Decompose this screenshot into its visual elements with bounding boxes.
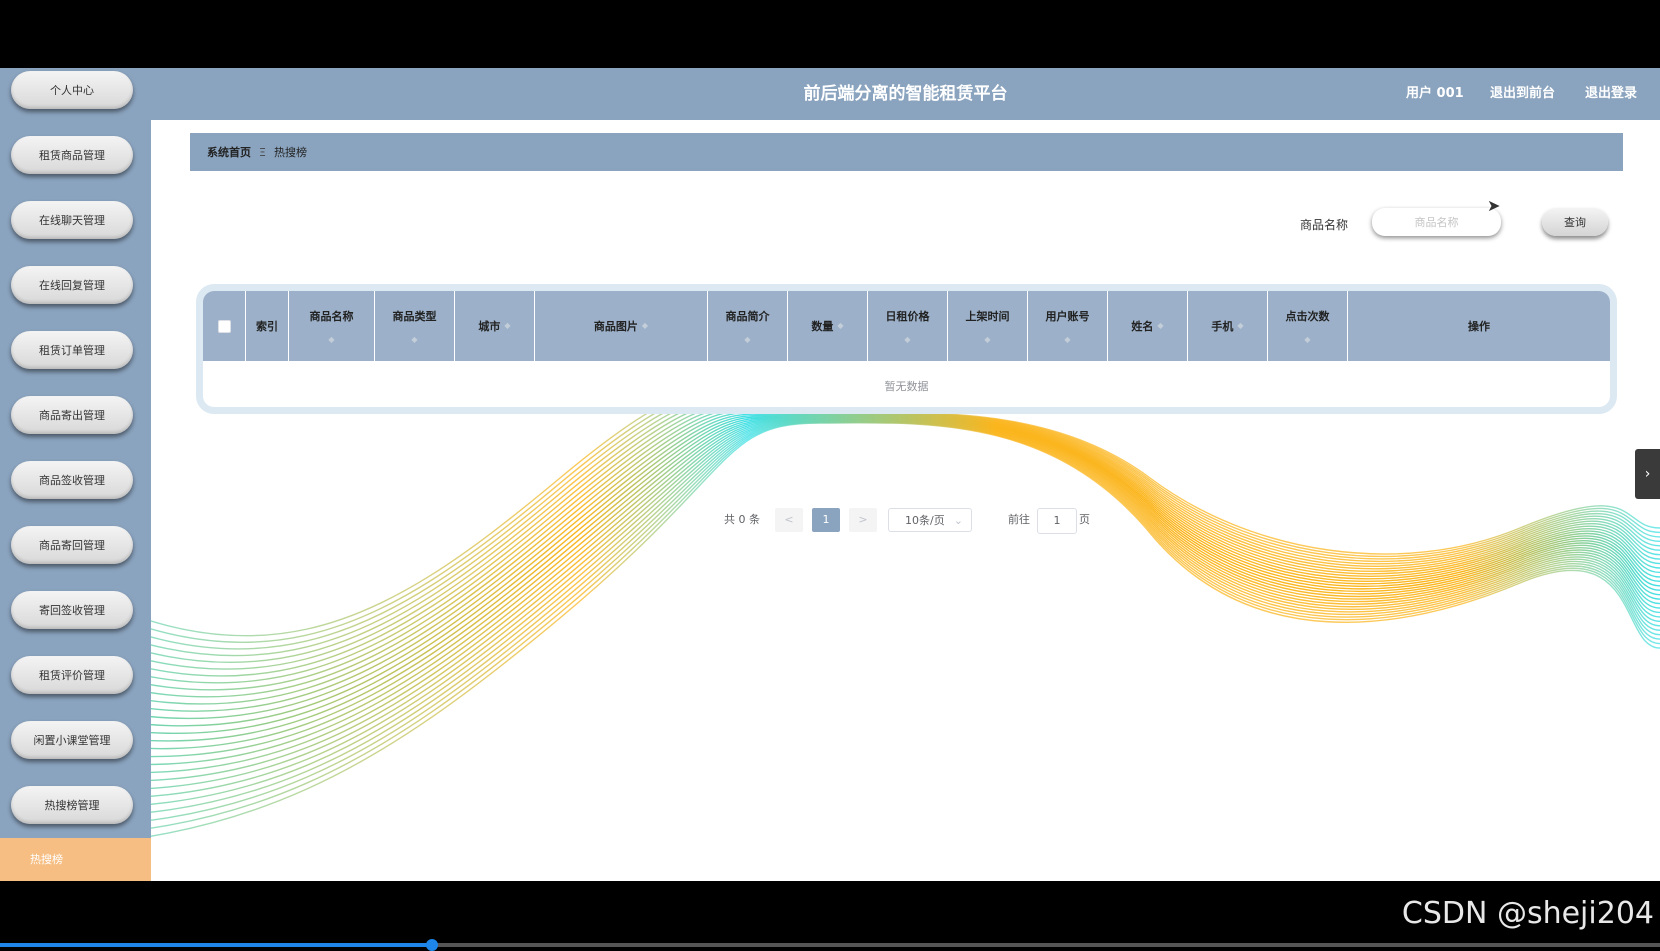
column-product-type-label: 商品类型: [392, 310, 437, 323]
sidebar-item-online-chat[interactable]: 在线聊天管理: [11, 201, 133, 239]
watermark: CSDN @sheji204: [1401, 896, 1654, 931]
column-product-intro-label: 商品简介: [725, 310, 770, 323]
select-all-checkbox[interactable]: [217, 319, 231, 333]
sort-icon[interactable]: ◆: [411, 336, 417, 344]
column-listing-time-label: 上架时间: [965, 310, 1010, 323]
wave-line: [0, 416, 1660, 735]
video-progress-handle[interactable]: [425, 939, 438, 951]
select-all-column: [203, 291, 246, 361]
sort-icon[interactable]: ◆: [1304, 336, 1310, 344]
sidebar: 个人中心 租赁商品管理 在线聊天管理 在线回复管理 租赁订单管理 商品寄出管理 …: [0, 68, 151, 881]
sidebar-item-product-shipping[interactable]: 商品寄出管理: [11, 396, 133, 434]
column-daily-price[interactable]: 日租价格 ◆: [868, 291, 948, 361]
next-page-button[interactable]: >: [849, 508, 877, 532]
sort-icon[interactable]: ◆: [328, 336, 334, 344]
prev-page-button[interactable]: <: [775, 508, 803, 532]
column-quantity-label: 数量: [811, 320, 834, 333]
page-number-current[interactable]: 1: [812, 508, 840, 532]
sidebar-item-personal-center[interactable]: 个人中心: [11, 71, 133, 109]
sidebar-item-return-receipt[interactable]: 寄回签收管理: [11, 591, 133, 629]
column-user-account[interactable]: 用户账号 ◆: [1028, 291, 1108, 361]
top-header: 前后端分离的智能租赁平台 用户 001 退出到前台 退出登录: [151, 68, 1660, 120]
wave-line: [0, 418, 1660, 766]
sidebar-item-hot-search[interactable]: 热搜榜管理: [11, 786, 133, 824]
sidebar-item-rental-reviews[interactable]: 租赁评价管理: [11, 656, 133, 694]
column-product-name-label: 商品名称: [309, 310, 354, 323]
sort-icon[interactable]: ◆: [1237, 322, 1243, 330]
mouse-cursor-icon: ➤: [1487, 196, 1501, 215]
pagination-total: 共 0 条: [724, 513, 760, 526]
column-click-count[interactable]: 点击次数 ◆: [1268, 291, 1348, 361]
back-to-front-link[interactable]: 退出到前台: [1490, 68, 1555, 120]
column-user-account-label: 用户账号: [1045, 310, 1090, 323]
column-product-image[interactable]: 商品图片 ◆: [535, 291, 708, 361]
decorative-wave-background: [0, 388, 1660, 849]
column-actions: 操作: [1468, 320, 1490, 333]
wave-line: [0, 410, 1660, 698]
table-header: 索引 商品名称 ◆ 商品类型 ◆ 城市 ◆ 商品图片 ◆ 商品简介 ◆ 数量 ◆ 日租价格 ◆…: [203, 291, 1610, 361]
wave-line: [0, 401, 1660, 670]
sort-icon[interactable]: ◆: [642, 322, 648, 330]
sidebar-item-idle-class[interactable]: 闲置小课堂管理: [11, 721, 133, 759]
column-phone[interactable]: 手机 ◆: [1188, 291, 1268, 361]
page-size-select[interactable]: 10条/页 ⌄: [888, 508, 972, 532]
empty-table-message: 暂无数据: [884, 380, 929, 393]
sidebar-item-product-return[interactable]: 商品寄回管理: [11, 526, 133, 564]
column-name[interactable]: 姓名 ◆: [1108, 291, 1188, 361]
chevron-right-icon[interactable]: ›: [1635, 449, 1660, 499]
app-window: 前后端分离的智能租赁平台 用户 001 退出到前台 退出登录 个人中心 租赁商品…: [0, 68, 1660, 881]
column-product-type[interactable]: 商品类型 ◆: [375, 291, 455, 361]
query-button[interactable]: 查询: [1542, 208, 1608, 236]
sidebar-item-rental-orders[interactable]: 租赁订单管理: [11, 331, 133, 369]
breadcrumb: 系统首页 Ξ 热搜榜: [190, 133, 1623, 171]
sort-icon[interactable]: ◆: [504, 322, 510, 330]
goto-label: 前往: [1008, 513, 1030, 526]
column-city-label: 城市: [478, 320, 501, 333]
breadcrumb-current: 热搜榜: [273, 146, 307, 159]
column-click-count-label: 点击次数: [1285, 310, 1330, 323]
column-product-name[interactable]: 商品名称 ◆: [289, 291, 375, 361]
video-progress-bar[interactable]: [0, 939, 1660, 951]
sort-icon[interactable]: ◆: [904, 336, 910, 344]
wave-line: [0, 421, 1660, 838]
sidebar-item-product-receipt[interactable]: 商品签收管理: [11, 461, 133, 499]
sort-icon[interactable]: ◆: [744, 336, 750, 344]
sidebar-item-online-reply[interactable]: 在线回复管理: [11, 266, 133, 304]
sort-icon[interactable]: ◆: [837, 322, 843, 330]
breadcrumb-separator: Ξ: [259, 145, 266, 159]
column-daily-price-label: 日租价格: [885, 310, 930, 323]
data-table: 索引 商品名称 ◆ 商品类型 ◆ 城市 ◆ 商品图片 ◆ 商品简介 ◆ 数量 ◆ 日租价格 ◆…: [196, 284, 1617, 414]
chevron-down-icon: ⌄: [953, 514, 963, 527]
column-product-intro[interactable]: 商品简介 ◆: [708, 291, 788, 361]
sort-icon[interactable]: ◆: [1064, 336, 1070, 344]
video-progress-fill: [0, 943, 432, 947]
column-name-label: 姓名: [1131, 320, 1154, 333]
column-quantity[interactable]: 数量 ◆: [788, 291, 868, 361]
sort-icon[interactable]: ◆: [1157, 322, 1163, 330]
logout-link[interactable]: 退出登录: [1585, 68, 1637, 120]
wave-line: [0, 417, 1660, 742]
goto-page-input[interactable]: 1: [1037, 508, 1077, 534]
column-product-image-label: 商品图片: [593, 320, 638, 333]
column-phone-label: 手机: [1211, 320, 1234, 333]
sidebar-item-rental-products[interactable]: 租赁商品管理: [11, 136, 133, 174]
breadcrumb-home[interactable]: 系统首页: [207, 144, 251, 160]
sidebar-active-item-hot-search[interactable]: 热搜榜: [0, 838, 151, 881]
column-index: 索引: [246, 291, 289, 361]
wave-line: [0, 408, 1660, 691]
goto-page-unit: 页: [1079, 513, 1090, 526]
search-label: 商品名称: [1300, 218, 1349, 232]
column-city[interactable]: 城市 ◆: [455, 291, 535, 361]
product-name-search-input[interactable]: [1372, 208, 1501, 236]
column-listing-time[interactable]: 上架时间 ◆: [948, 291, 1028, 361]
page-size-value: 10条/页: [905, 514, 945, 527]
sort-icon[interactable]: ◆: [984, 336, 990, 344]
user-name-link[interactable]: 用户 001: [1406, 68, 1464, 120]
wave-line: [0, 420, 1660, 818]
